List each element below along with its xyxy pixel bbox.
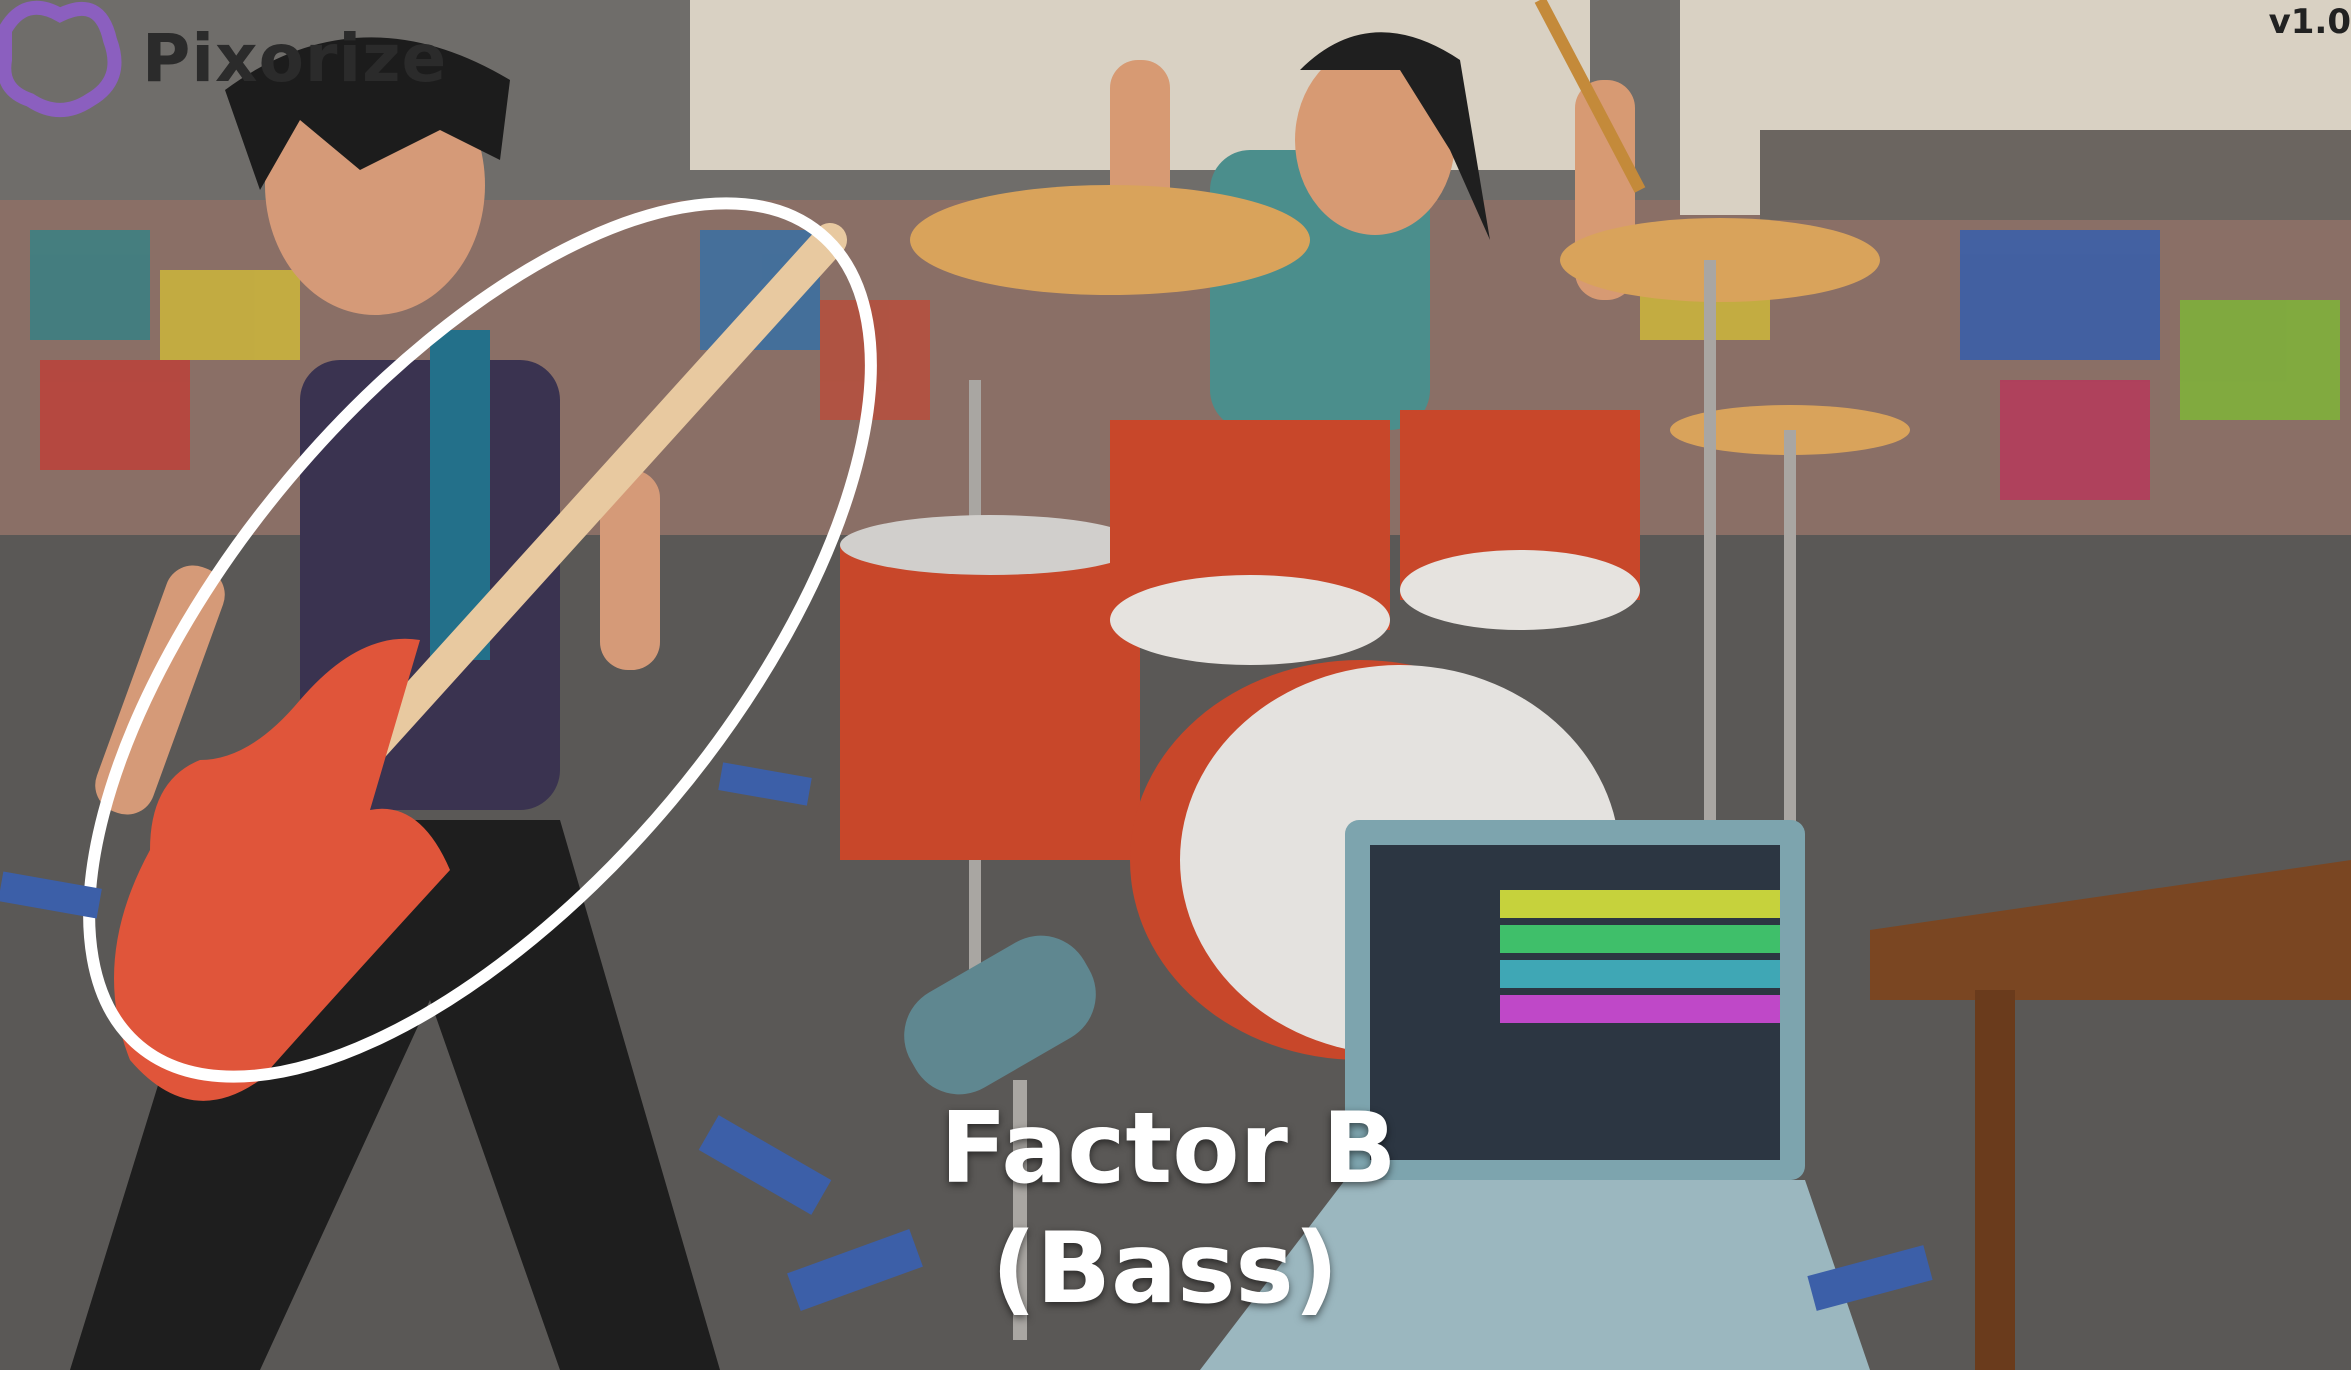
cymbal-left bbox=[910, 185, 1310, 295]
caption-line-2: (Bass) bbox=[991, 1211, 1339, 1326]
cymbal-right bbox=[1560, 218, 1880, 302]
caption: Factor B (Bass) bbox=[940, 1090, 1397, 1329]
brand-logo-text: Pixorize bbox=[142, 20, 448, 97]
version-label: v1.0 bbox=[2268, 2, 2351, 42]
bottom-strip bbox=[0, 1370, 2351, 1389]
caption-line-1: Factor B bbox=[940, 1092, 1397, 1206]
